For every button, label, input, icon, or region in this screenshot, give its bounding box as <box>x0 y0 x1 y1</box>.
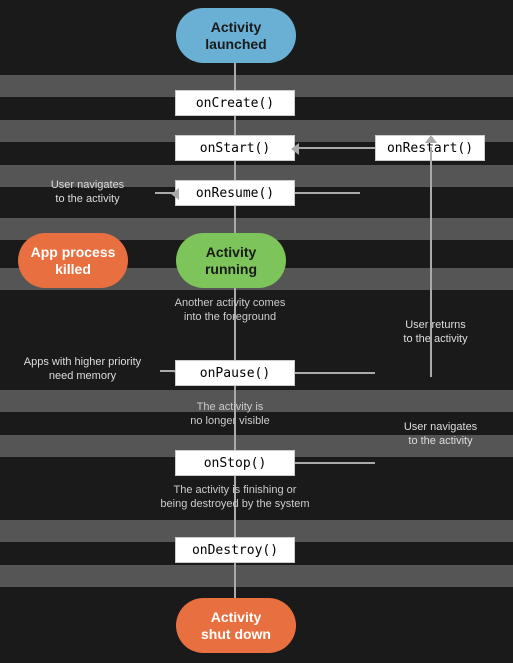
ondestroy-box: onDestroy() <box>175 537 295 563</box>
onstart-label: onStart() <box>200 141 270 156</box>
onresume-label: onResume() <box>196 186 274 201</box>
user-nav-arrow-2 <box>295 462 375 464</box>
activity-shut-down-label: Activity shut down <box>201 609 271 643</box>
onstop-label: onStop() <box>204 456 267 471</box>
onstart-box: onStart() <box>175 135 295 161</box>
activity-shut-down-node: Activity shut down <box>176 598 296 653</box>
user-returns-label: User returns to the activity <box>368 318 503 347</box>
activity-launched-node: Activity launched <box>176 8 296 63</box>
onresume-box: onResume() <box>175 180 295 206</box>
activity-running-label: Activity running <box>205 244 257 278</box>
app-process-killed-label: App process killed <box>31 244 116 278</box>
onstop-box: onStop() <box>175 450 295 476</box>
restart-arrowhead <box>291 143 299 155</box>
user-navigates-label-2: User navigates to the activity <box>373 420 508 449</box>
oncreate-box: onCreate() <box>175 90 295 116</box>
onresume-right-arrow <box>295 192 360 194</box>
apps-higher-priority-label: Apps with higher priority need memory <box>5 355 160 384</box>
onpause-box: onPause() <box>175 360 295 386</box>
oncreate-label: onCreate() <box>196 96 274 111</box>
activity-running-node: Activity running <box>176 233 286 288</box>
separator-9 <box>0 565 513 587</box>
finishing-destroyed-text: The activity is finishing or being destr… <box>120 483 350 512</box>
user-navigates-label-1: User navigates to the activity <box>10 178 165 207</box>
user-nav-arrowhead-1 <box>171 188 179 200</box>
activity-launched-label: Activity launched <box>205 19 266 53</box>
onpause-label: onPause() <box>200 366 270 381</box>
right-loop-up-arrowhead <box>425 135 437 143</box>
app-process-killed-node: App process killed <box>18 233 128 288</box>
ondestroy-label: onDestroy() <box>192 543 278 558</box>
another-activity-text: Another activity comes into the foregrou… <box>150 296 310 325</box>
restart-to-start-arrow <box>295 147 375 149</box>
no-longer-visible-text: The activity is no longer visible <box>150 400 310 429</box>
user-returns-arrow <box>295 372 375 374</box>
right-loop-vertical <box>430 147 432 377</box>
